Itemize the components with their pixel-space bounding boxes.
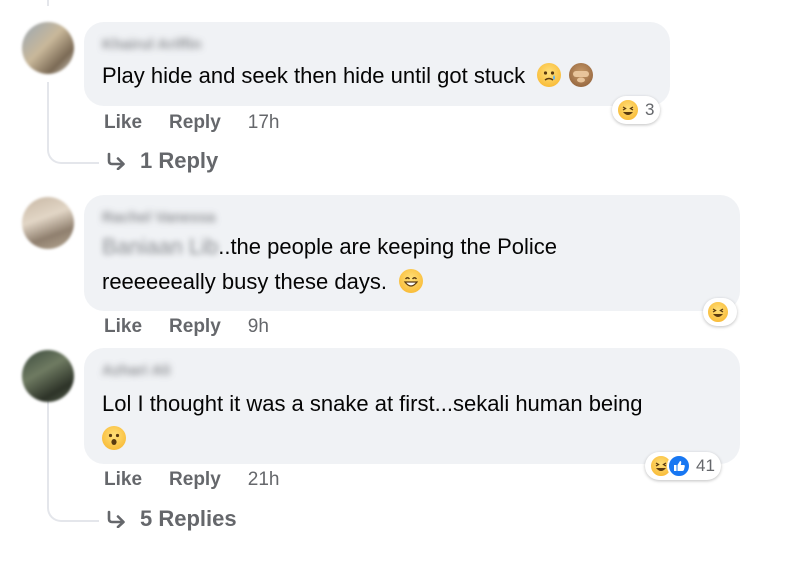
mention-tag[interactable]: Baniaan Lib <box>102 234 218 259</box>
comment-actions: Like Reply 17h <box>104 111 279 135</box>
reply-button[interactable]: Reply <box>169 469 221 491</box>
comment-bubble: Azhari Ali Lol I thought it was a snake … <box>84 348 740 464</box>
reaction-summary[interactable]: 41 <box>645 452 721 480</box>
avatar[interactable] <box>22 22 74 74</box>
thread-line-top <box>47 0 49 6</box>
comment-actions: Like Reply 21h <box>104 468 279 492</box>
comment-author[interactable]: Khairul Ariffin <box>102 36 652 54</box>
comment-author[interactable]: Azhari Ali <box>102 362 722 380</box>
sad-tear-emoji <box>537 63 562 87</box>
like-button[interactable]: Like <box>104 469 142 491</box>
surprised-emoji <box>102 426 126 450</box>
comment-timestamp[interactable]: 21h <box>248 469 280 491</box>
replies-label: 5 Replies <box>140 506 237 531</box>
haha-reaction-icon <box>706 300 730 324</box>
like-reaction-icon <box>667 454 691 478</box>
comment-text-content: Play hide and seek then hide until got s… <box>102 63 526 88</box>
reply-button[interactable]: Reply <box>169 316 221 338</box>
comment-text-line1: ..the people are keeping the Police <box>218 234 558 259</box>
view-replies-button[interactable]: 5 Replies <box>106 506 237 532</box>
comment-timestamp[interactable]: 9h <box>248 316 269 338</box>
like-button[interactable]: Like <box>104 316 142 338</box>
replies-label: 1 Reply <box>140 148 219 173</box>
grinning-emoji <box>399 269 424 293</box>
comment-timestamp[interactable]: 17h <box>248 112 280 134</box>
reaction-summary[interactable] <box>703 298 737 326</box>
reaction-count: 41 <box>696 456 715 475</box>
comment-text: Baniaan Lib..the people are keeping the … <box>102 229 722 299</box>
reply-button[interactable]: Reply <box>169 112 221 134</box>
comment-author[interactable]: Rachel Vanessa <box>102 209 722 227</box>
like-button[interactable]: Like <box>104 112 142 134</box>
reply-arrow-icon <box>107 510 125 528</box>
comment-text: Lol I thought it was a snake at first...… <box>102 386 722 456</box>
reply-arrow-icon <box>107 152 125 170</box>
view-replies-button[interactable]: 1 Reply <box>106 148 218 174</box>
comment-text-content: Lol I thought it was a snake at first...… <box>102 391 643 416</box>
haha-reaction-icon <box>616 98 640 122</box>
comment-actions: Like Reply 9h <box>104 315 269 339</box>
comment-bubble: Khairul Ariffin Play hide and seek then … <box>84 22 670 106</box>
avatar[interactable] <box>22 350 74 402</box>
see-no-evil-monkey-emoji <box>569 63 594 87</box>
comment-bubble: Rachel Vanessa Baniaan Lib..the people a… <box>84 195 740 311</box>
avatar[interactable] <box>22 197 74 249</box>
comment-text: Play hide and seek then hide until got s… <box>102 58 652 93</box>
reaction-summary[interactable]: 3 <box>612 96 661 124</box>
comment-text-line2: reeeeeeally busy these days. <box>102 269 387 294</box>
reaction-count: 3 <box>645 100 655 119</box>
